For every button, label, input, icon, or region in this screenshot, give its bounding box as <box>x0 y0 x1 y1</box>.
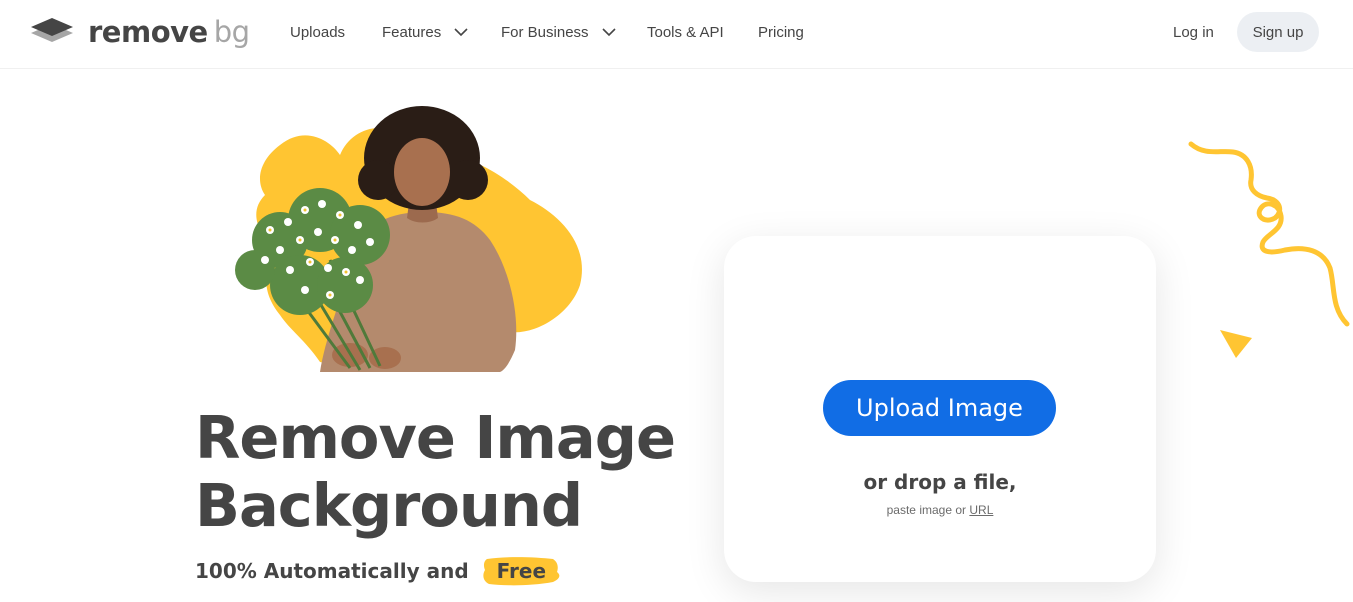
page-title: Remove Image Background <box>195 404 715 540</box>
nav-label: Pricing <box>758 23 804 41</box>
upload-image-button[interactable]: Upload Image <box>823 380 1056 436</box>
nav-for-business[interactable]: For Business <box>501 0 616 64</box>
logo-word-bg: bg <box>213 15 250 49</box>
free-highlight: Free <box>481 556 562 586</box>
logo-word-remove: remove <box>88 15 208 49</box>
layers-logo-icon <box>31 18 73 42</box>
nav-tools-api[interactable]: Tools & API <box>647 0 724 64</box>
logo-text: remove bg <box>88 15 250 49</box>
triangle-decoration <box>1220 330 1252 358</box>
nav-features[interactable]: Features <box>382 0 468 64</box>
subtitle: 100% Automatically and Free <box>195 556 562 586</box>
paste-hint: paste image or URL <box>724 503 1156 517</box>
signup-button[interactable]: Sign up <box>1237 12 1319 52</box>
nav-label: Features <box>382 23 442 41</box>
chevron-down-icon <box>454 28 468 37</box>
free-text: Free <box>496 558 547 583</box>
paste-text: paste image or <box>886 503 967 517</box>
hero-illustration <box>235 106 582 372</box>
logo[interactable]: remove bg <box>30 14 250 50</box>
squiggle-decoration <box>1188 141 1350 327</box>
nav-label: Uploads <box>290 23 346 41</box>
nav-label: For Business <box>501 23 589 41</box>
nav-pricing[interactable]: Pricing <box>758 0 804 64</box>
login-link[interactable]: Log in <box>1173 0 1214 64</box>
chevron-down-icon <box>601 28 616 37</box>
drop-file-text: or drop a file, <box>863 470 1017 494</box>
headline-line-1: Remove Image <box>195 403 676 472</box>
nav-label: Tools & API <box>647 23 724 41</box>
site-header: remove bg Uploads Features For Business T… <box>0 0 1353 69</box>
subtitle-text: 100% Automatically and <box>195 559 469 583</box>
headline-line-2: Background <box>195 471 583 540</box>
url-link[interactable]: URL <box>969 503 993 517</box>
upload-card[interactable]: Upload Image or drop a file, paste image… <box>724 236 1156 582</box>
nav-uploads[interactable]: Uploads <box>290 0 345 64</box>
